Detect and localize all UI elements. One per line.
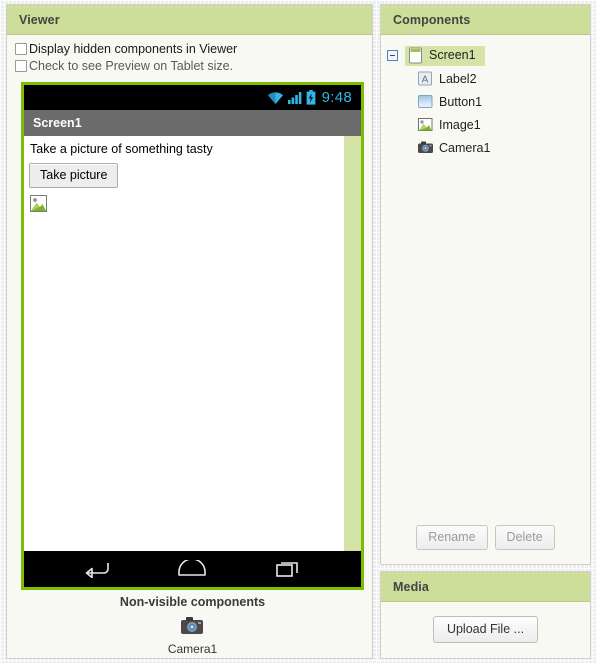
battery-charging-icon (306, 90, 315, 105)
phone-screen-area: Take a picture of something tasty Take p… (24, 136, 361, 551)
label-icon: A (418, 71, 432, 86)
display-hidden-components-checkbox-row[interactable]: Display hidden components in Viewer (15, 41, 372, 57)
non-visible-components-title: Non-visible components (119, 595, 266, 609)
display-hidden-components-label: Display hidden components in Viewer (29, 42, 238, 56)
non-visible-component-label: Camera1 (167, 642, 218, 656)
tree-item-label2[interactable]: A Label2 (387, 67, 590, 90)
tree-item-screen1[interactable]: Screen1 (387, 44, 590, 67)
home-icon[interactable] (177, 560, 207, 578)
media-body: Upload File ... (381, 602, 590, 643)
tree-item-label: Camera1 (439, 140, 491, 155)
phone-title-bar[interactable]: Screen1 (24, 110, 361, 136)
component-tree: Screen1 A Label2 Button1 Image1 Camera1 (381, 35, 590, 159)
tablet-preview-label: Check to see Preview on Tablet size. (29, 59, 234, 73)
app-image-image1[interactable] (30, 195, 47, 212)
image-icon (418, 118, 433, 131)
display-hidden-components-checkbox[interactable] (15, 43, 27, 55)
upload-file-button[interactable]: Upload File ... (432, 616, 539, 643)
delete-button[interactable]: Delete (494, 525, 555, 550)
viewer-options: Display hidden components in Viewer Chec… (7, 35, 372, 74)
phone-screen-content: Take a picture of something tasty Take p… (24, 136, 343, 551)
media-panel: Media Upload File ... (380, 571, 591, 659)
non-visible-components-section: Non-visible components Camera1 (21, 595, 364, 658)
tree-item-label: Screen1 (429, 48, 476, 62)
tree-item-label: Button1 (439, 94, 483, 109)
collapse-toggle-icon[interactable] (387, 50, 398, 61)
image-placeholder-icon (31, 196, 46, 211)
recents-icon[interactable] (275, 560, 301, 578)
android-status-bar: 9:48 (24, 85, 361, 110)
viewer-panel: Viewer Display hidden components in View… (6, 4, 373, 659)
screen-icon (409, 47, 422, 63)
tree-item-label: Label2 (439, 71, 477, 86)
button-icon (418, 95, 433, 108)
phone-title-text: Screen1 (33, 116, 82, 130)
tree-item-image1[interactable]: Image1 (387, 113, 590, 136)
wifi-icon (267, 91, 283, 104)
signal-icon (287, 91, 301, 104)
tree-item-label: Image1 (439, 117, 481, 132)
non-visible-component-camera1[interactable]: Camera1 (168, 615, 217, 656)
tablet-preview-checkbox-row[interactable]: Check to see Preview on Tablet size. (15, 58, 372, 74)
app-label-label2[interactable]: Take a picture of something tasty (30, 142, 343, 156)
back-icon[interactable] (84, 560, 110, 578)
tablet-preview-checkbox[interactable] (15, 60, 27, 72)
tree-item-camera1[interactable]: Camera1 (387, 136, 590, 159)
status-bar-clock: 9:48 (321, 89, 352, 106)
component-actions: Rename Delete (381, 525, 590, 550)
tree-item-button1[interactable]: Button1 (387, 90, 590, 113)
svg-text:A: A (422, 75, 429, 86)
viewer-panel-header: Viewer (7, 5, 372, 35)
camera-icon (181, 617, 204, 634)
phone-preview[interactable]: 9:48 Screen1 Take a picture of something… (21, 82, 364, 590)
camera-icon (418, 141, 433, 153)
android-navigation-bar (24, 551, 361, 587)
components-panel: Components Screen1 A Label2 Button1 Imag… (380, 4, 591, 565)
media-panel-header: Media (381, 572, 590, 602)
rename-button[interactable]: Rename (416, 525, 488, 550)
app-button-button1[interactable]: Take picture (29, 163, 119, 188)
phone-vertical-scrollbar[interactable] (343, 136, 361, 551)
components-panel-header: Components (381, 5, 590, 35)
